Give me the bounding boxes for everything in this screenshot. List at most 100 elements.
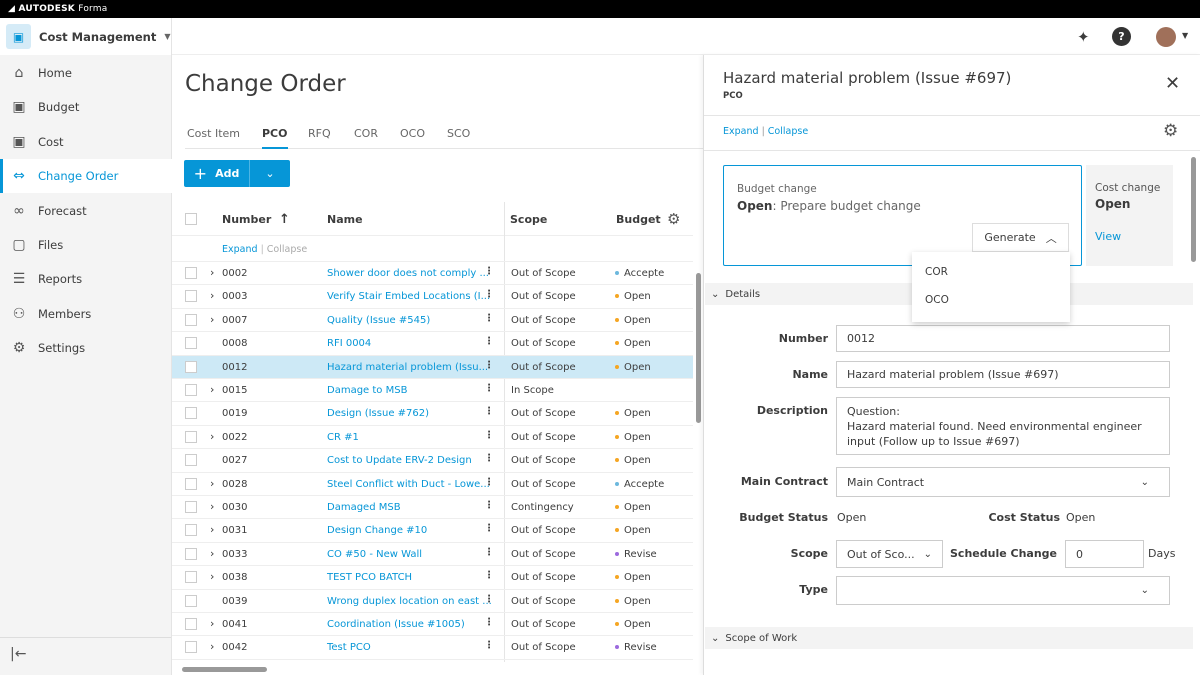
row-checkbox[interactable]	[185, 384, 197, 396]
row-name-link[interactable]: Quality (Issue #545)	[327, 315, 430, 326]
sidebar-item-members[interactable]: ⚇Members	[0, 297, 172, 331]
sidebar-item-forecast[interactable]: ∞Forecast	[0, 194, 172, 228]
tab-oco[interactable]: OCO	[400, 127, 425, 149]
close-icon[interactable]: ✕	[1165, 73, 1180, 94]
row-checkbox[interactable]	[185, 524, 197, 536]
row-more-icon[interactable]: ⋮	[484, 523, 494, 534]
table-row[interactable]: › 0003 Verify Stair Embed Locations (I..…	[172, 285, 693, 308]
row-more-icon[interactable]: ⋮	[484, 570, 494, 581]
user-avatar[interactable]	[1156, 27, 1176, 47]
tab-cor[interactable]: COR	[354, 127, 378, 149]
table-row[interactable]: 0019 Design (Issue #762) ⋮ Out of Scope …	[172, 402, 693, 425]
row-more-icon[interactable]: ⋮	[484, 500, 494, 511]
row-more-icon[interactable]: ⋮	[484, 617, 494, 628]
collapse-link[interactable]: Collapse	[768, 126, 808, 137]
table-row[interactable]: › 0030 Damaged MSB ⋮ Contingency Open	[172, 496, 693, 519]
row-name-link[interactable]: Design Change #10	[327, 525, 427, 536]
row-name-link[interactable]: Coordination (Issue #1005)	[327, 619, 465, 630]
row-more-icon[interactable]: ⋮	[484, 477, 494, 488]
column-scope[interactable]: Scope	[510, 202, 547, 236]
row-name-link[interactable]: Test PCO	[327, 642, 371, 653]
table-row[interactable]: › 0015 Damage to MSB ⋮ In Scope	[172, 379, 693, 402]
row-checkbox[interactable]	[185, 501, 197, 513]
main-contract-select[interactable]: Main Contract⌄	[836, 467, 1170, 497]
table-row[interactable]: › 0031 Design Change #10 ⋮ Out of Scope …	[172, 519, 693, 542]
expand-row-icon[interactable]: ›	[210, 383, 214, 396]
table-row[interactable]: › 0002 Shower door does not comply ... ⋮…	[172, 262, 693, 285]
ai-sparkle-icon[interactable]: ✦	[1077, 28, 1090, 46]
expand-row-icon[interactable]: ›	[210, 313, 214, 326]
avatar-caret-icon[interactable]: ▼	[1182, 31, 1188, 40]
column-budget[interactable]: Budget	[616, 202, 661, 236]
row-more-icon[interactable]: ⋮	[484, 360, 494, 371]
table-row[interactable]: 0008 RFI 0004 ⋮ Out of Scope Open	[172, 332, 693, 355]
row-more-icon[interactable]: ⋮	[484, 594, 494, 605]
row-name-link[interactable]: Shower door does not comply ...	[327, 268, 489, 279]
row-checkbox[interactable]	[185, 290, 197, 302]
row-name-link[interactable]: RFI 0004	[327, 338, 371, 349]
app-switcher[interactable]: ▣Cost Management▼	[0, 18, 172, 55]
collapse-sidebar-icon[interactable]: |←	[10, 646, 26, 662]
row-checkbox[interactable]	[185, 595, 197, 607]
number-field[interactable]: 0012	[836, 325, 1170, 352]
expand-row-icon[interactable]: ›	[210, 477, 214, 490]
row-name-link[interactable]: Damage to MSB	[327, 385, 407, 396]
expand-row-icon[interactable]: ›	[210, 570, 214, 583]
sidebar-item-cost[interactable]: ▣Cost	[0, 125, 172, 159]
generate-button[interactable]: Generate︿	[972, 223, 1069, 252]
row-checkbox[interactable]	[185, 548, 197, 560]
table-row[interactable]: › 0042 Test PCO ⋮ Out of Scope Revise	[172, 636, 693, 659]
horizontal-scrollbar[interactable]	[182, 667, 267, 672]
row-name-link[interactable]: CO #50 - New Wall	[327, 549, 422, 560]
row-checkbox[interactable]	[185, 641, 197, 653]
row-more-icon[interactable]: ⋮	[484, 406, 494, 417]
table-row[interactable]: › 0033 CO #50 - New Wall ⋮ Out of Scope …	[172, 543, 693, 566]
expand-row-icon[interactable]: ›	[210, 266, 214, 279]
row-checkbox[interactable]	[185, 337, 197, 349]
row-name-link[interactable]: Verify Stair Embed Locations (I...	[327, 291, 490, 302]
column-settings-gear-icon[interactable]: ⚙	[667, 210, 680, 228]
row-checkbox[interactable]	[185, 571, 197, 583]
add-button[interactable]: +Add	[184, 160, 250, 187]
tab-rfq[interactable]: RFQ	[308, 127, 331, 149]
row-more-icon[interactable]: ⋮	[484, 453, 494, 464]
table-row[interactable]: 0039 Wrong duplex location on east ... ⋮…	[172, 590, 693, 613]
row-more-icon[interactable]: ⋮	[484, 640, 494, 651]
column-number[interactable]: Number ↑	[222, 202, 290, 236]
sidebar-item-settings[interactable]: ⚙Settings	[0, 331, 172, 365]
help-icon[interactable]: ?	[1112, 27, 1131, 46]
table-row[interactable]: › 0028 Steel Conflict with Duct - Lowe..…	[172, 473, 693, 496]
expand-row-icon[interactable]: ›	[210, 289, 214, 302]
row-name-link[interactable]: Cost to Update ERV-2 Design	[327, 455, 472, 466]
select-all-checkbox[interactable]	[185, 213, 197, 225]
row-name-link[interactable]: CR #1	[327, 432, 359, 443]
table-row[interactable]: › 0041 Coordination (Issue #1005) ⋮ Out …	[172, 613, 693, 636]
scope-select[interactable]: Out of Sco...⌄	[836, 540, 943, 568]
row-more-icon[interactable]: ⋮	[484, 383, 494, 394]
schedule-change-field[interactable]: 0	[1065, 540, 1144, 568]
sidebar-item-home[interactable]: ⌂Home	[0, 56, 172, 90]
row-more-icon[interactable]: ⋮	[484, 266, 494, 277]
row-more-icon[interactable]: ⋮	[484, 547, 494, 558]
row-more-icon[interactable]: ⋮	[484, 336, 494, 347]
panel-settings-gear-icon[interactable]: ⚙	[1163, 121, 1178, 141]
menu-item-oco[interactable]: OCO	[925, 294, 949, 306]
row-checkbox[interactable]	[185, 361, 197, 373]
row-name-link[interactable]: Design (Issue #762)	[327, 408, 429, 419]
table-row[interactable]: 0012 Hazard material problem (Issu... ⋮ …	[172, 356, 693, 379]
name-field[interactable]: Hazard material problem (Issue #697)	[836, 361, 1170, 388]
expand-row-icon[interactable]: ›	[210, 640, 214, 653]
sidebar-item-files[interactable]: ▢Files	[0, 228, 172, 262]
table-row[interactable]: › 0007 Quality (Issue #545) ⋮ Out of Sco…	[172, 309, 693, 332]
row-checkbox[interactable]	[185, 431, 197, 443]
row-checkbox[interactable]	[185, 618, 197, 630]
expand-link[interactable]: Expand	[723, 126, 759, 137]
expand-row-icon[interactable]: ›	[210, 617, 214, 630]
row-name-link[interactable]: Damaged MSB	[327, 502, 401, 513]
row-checkbox[interactable]	[185, 267, 197, 279]
expand-row-icon[interactable]: ›	[210, 523, 214, 536]
menu-item-cor[interactable]: COR	[925, 266, 948, 278]
sidebar-item-change-order[interactable]: ⇔Change Order	[0, 159, 172, 193]
vertical-scrollbar[interactable]	[696, 273, 701, 423]
row-more-icon[interactable]: ⋮	[484, 289, 494, 300]
